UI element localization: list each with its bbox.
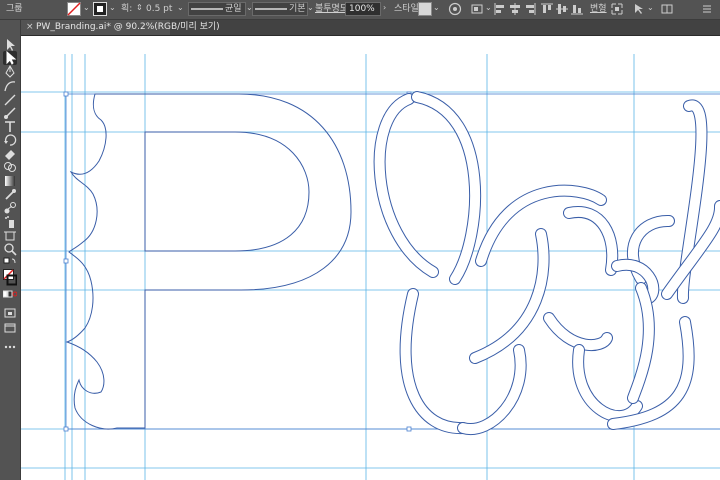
gradient-tool-icon[interactable] (3, 174, 17, 188)
artboard-canvas[interactable] (21, 36, 720, 480)
close-tab-icon[interactable]: × (26, 20, 34, 35)
brush-definition[interactable]: 기본 (252, 2, 308, 16)
align-bottom-icon[interactable] (570, 2, 584, 16)
curvature-tool-icon[interactable] (3, 79, 17, 93)
fill-dropdown-chevron-icon[interactable]: ⌄ (83, 3, 90, 12)
arrange-documents-icon[interactable] (660, 2, 674, 16)
align-middle-icon[interactable] (555, 2, 569, 16)
panel-menu-icon[interactable] (700, 2, 714, 16)
selection-tool-icon[interactable] (3, 38, 17, 52)
opacity-field[interactable]: 100% (345, 2, 381, 16)
align-center-icon[interactable] (508, 2, 522, 16)
style-chevron-icon[interactable]: ⌄ (433, 3, 440, 12)
pen-tool-icon[interactable] (3, 64, 17, 79)
blend-tool-icon[interactable] (3, 201, 17, 215)
eraser-tool-icon[interactable] (3, 147, 17, 161)
symbol-sprayer-tool-icon[interactable] (3, 215, 17, 229)
artwork (21, 54, 720, 480)
stroke-weight-value[interactable]: 0.5 pt (146, 3, 172, 15)
select-similar-icon[interactable] (632, 2, 646, 16)
opacity-arrow-icon[interactable]: › (383, 3, 386, 12)
control-bar: 그룹 ⌄ ⌄ 획: ⇕ 0.5 pt ⌄ 균일 ⌄ 기본 ⌄ 불투명도: 100… (0, 0, 720, 20)
rotate-tool-icon[interactable] (3, 133, 17, 147)
direct-selection-tool-icon[interactable] (3, 50, 17, 65)
letter-p-outline (65, 93, 352, 430)
brush-profile-label: 균일 (225, 4, 242, 14)
align-to-icon[interactable] (470, 2, 484, 16)
align-left-icon[interactable] (493, 2, 507, 16)
shape-builder-tool-icon[interactable] (3, 160, 17, 174)
align-to-chevron-icon[interactable]: ⌄ (485, 3, 492, 12)
brush-definition-label: 기본 (289, 4, 306, 14)
tools-panel (0, 20, 21, 480)
selection-type-label: 그룹 (6, 4, 23, 14)
fill-swatch[interactable] (67, 2, 81, 16)
stroke-weight-stepper-icon[interactable]: ⇕ (136, 3, 143, 12)
variable-width-profile[interactable]: 균일 (188, 2, 246, 16)
zoom-tool-icon[interactable] (3, 242, 17, 256)
more-tools-icon[interactable] (3, 340, 17, 354)
graphic-style-swatch[interactable] (418, 2, 432, 16)
transform-link[interactable]: 변형 (590, 3, 607, 15)
recolor-artwork-icon[interactable] (448, 2, 462, 16)
paintbrush-tool-icon[interactable] (3, 106, 17, 120)
line-tool-icon[interactable] (3, 93, 17, 107)
type-tool-icon[interactable] (3, 120, 17, 134)
fill-stroke-swatch-icon[interactable] (3, 269, 18, 287)
drawing-modes-icon[interactable] (3, 306, 17, 320)
isolate-group-icon[interactable] (610, 2, 624, 16)
eyedropper-tool-icon[interactable] (3, 188, 17, 202)
stroke-swatch[interactable] (93, 2, 107, 16)
color-mode-icon[interactable] (2, 288, 18, 302)
document-tab-bar: × PW_Branding.ai* @ 90.2%(RGB/미리 보기) (20, 20, 720, 36)
letter-w-strokes (373, 91, 720, 435)
brush-chevron-icon[interactable]: ⌄ (307, 3, 314, 12)
stroke-weight-chevron-icon[interactable]: ⌄ (177, 3, 184, 12)
stroke-label: 획: (121, 4, 133, 14)
stroke-dropdown-chevron-icon[interactable]: ⌄ (109, 3, 116, 12)
document-tab[interactable]: × PW_Branding.ai* @ 90.2%(RGB/미리 보기) (20, 20, 220, 35)
select-similar-chevron-icon[interactable]: ⌄ (647, 3, 654, 12)
artboard-tool-icon[interactable] (3, 229, 17, 243)
document-tab-title: PW_Branding.ai* @ 90.2%(RGB/미리 보기) (36, 22, 220, 32)
align-top-icon[interactable] (540, 2, 554, 16)
align-right-icon[interactable] (523, 2, 537, 16)
screen-mode-icon[interactable] (3, 321, 17, 335)
